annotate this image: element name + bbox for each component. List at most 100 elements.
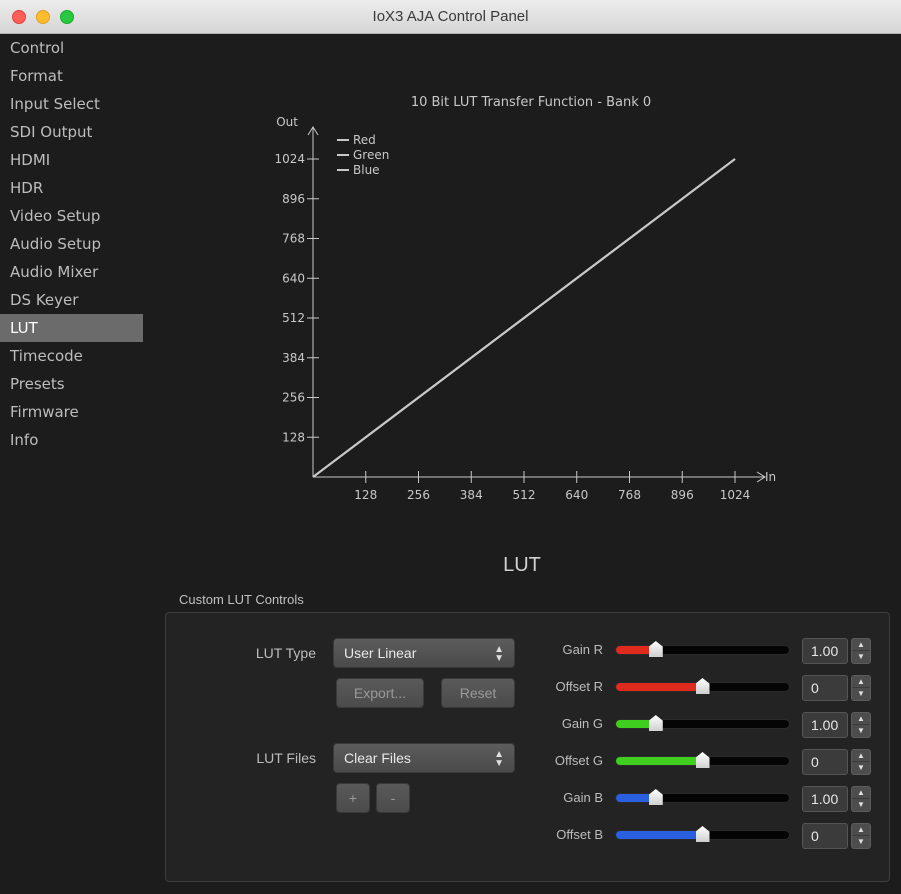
- chart-svg: 10 Bit LUT Transfer Function - Bank 0 Ou…: [274, 95, 776, 502]
- offset-g-slider[interactable]: [615, 752, 790, 768]
- main-content: 10 Bit LUT Transfer Function - Bank 0 Ou…: [143, 34, 901, 894]
- sidebar-item-control[interactable]: Control: [0, 34, 143, 62]
- offset-r-slider[interactable]: [615, 678, 790, 694]
- gain-g-slider-thumb[interactable]: [648, 715, 663, 731]
- lut-type-label: LUT Type: [255, 645, 316, 661]
- x-axis-label: In: [765, 470, 776, 484]
- x-tick-label-512: 512: [513, 488, 536, 502]
- lut-type-select-value: User Linear: [344, 645, 417, 661]
- offset-r-label: Offset R: [555, 679, 603, 694]
- stepper-down-icon[interactable]: ▼: [852, 836, 870, 848]
- offset-g-slider-thumb[interactable]: [695, 752, 710, 768]
- gain-r-value-field[interactable]: 1.00: [802, 638, 848, 664]
- sidebar-item-firmware[interactable]: Firmware: [0, 398, 143, 426]
- y-tick-label-896: 896: [282, 192, 305, 206]
- sidebar-item-input-select[interactable]: Input Select: [0, 90, 143, 118]
- offset-g-stepper[interactable]: ▲ ▼: [851, 749, 871, 775]
- offset-b-slider[interactable]: [615, 826, 790, 842]
- window-title: IoX3 AJA Control Panel: [372, 8, 529, 25]
- stepper-up-icon[interactable]: ▲: [852, 639, 870, 651]
- gain-g-stepper[interactable]: ▲ ▼: [851, 712, 871, 738]
- reset-button[interactable]: Reset: [441, 678, 515, 708]
- sidebar-item-audio-mixer[interactable]: Audio Mixer: [0, 258, 143, 286]
- series-line-blue: [312, 158, 736, 478]
- offset-g-label: Offset G: [554, 753, 603, 768]
- sidebar-item-timecode[interactable]: Timecode: [0, 342, 143, 370]
- gain-r-label: Gain R: [562, 642, 603, 657]
- select-arrows-icon: ▲ ▼: [494, 749, 504, 769]
- gain-g-slider[interactable]: [615, 715, 790, 731]
- sidebar-item-ds-keyer[interactable]: DS Keyer: [0, 286, 143, 314]
- lut-type-select[interactable]: User Linear ▲ ▼: [333, 638, 515, 668]
- offset-b-slider-thumb[interactable]: [695, 826, 710, 842]
- x-tick-label-1024: 1024: [720, 488, 751, 502]
- lut-files-select-value: Clear Files: [344, 750, 411, 766]
- remove-lut-file-button[interactable]: -: [376, 783, 410, 813]
- legend-label-red: Red: [353, 133, 376, 147]
- y-tick-label-768: 768: [282, 232, 305, 246]
- sidebar-item-format[interactable]: Format: [0, 62, 143, 90]
- y-tick-label-256: 256: [282, 391, 305, 405]
- x-tick-label-384: 384: [460, 488, 483, 502]
- offset-r-slider-fill: [616, 683, 703, 691]
- sidebar-item-sdi-output[interactable]: SDI Output: [0, 118, 143, 146]
- y-tick-label-1024: 1024: [274, 152, 305, 166]
- y-axis-label: Out: [276, 115, 298, 129]
- y-tick-label-128: 128: [282, 430, 305, 444]
- offset-g-slider-fill: [616, 757, 703, 765]
- export-button[interactable]: Export...: [336, 678, 424, 708]
- offset-g-value-field[interactable]: 0: [802, 749, 848, 775]
- gain-r-slider-thumb[interactable]: [648, 641, 663, 657]
- stepper-down-icon[interactable]: ▼: [852, 651, 870, 663]
- custom-lut-controls-label: Custom LUT Controls: [179, 592, 304, 607]
- x-tick-label-640: 640: [565, 488, 588, 502]
- custom-lut-controls-panel: LUT Type User Linear ▲ ▼ Export... Reset …: [165, 612, 890, 882]
- stepper-down-icon[interactable]: ▼: [852, 688, 870, 700]
- y-tick-label-640: 640: [282, 271, 305, 285]
- stepper-down-icon[interactable]: ▼: [852, 762, 870, 774]
- gain-b-slider-thumb[interactable]: [648, 789, 663, 805]
- stepper-up-icon[interactable]: ▲: [852, 824, 870, 836]
- chart-title: 10 Bit LUT Transfer Function - Bank 0: [411, 95, 651, 110]
- stepper-up-icon[interactable]: ▲: [852, 750, 870, 762]
- sidebar-item-hdmi[interactable]: HDMI: [0, 146, 143, 174]
- stepper-up-icon[interactable]: ▲: [852, 713, 870, 725]
- y-tick-label-384: 384: [282, 351, 305, 365]
- offset-b-value-field[interactable]: 0: [802, 823, 848, 849]
- x-tick-label-896: 896: [671, 488, 694, 502]
- gain-g-value-field[interactable]: 1.00: [802, 712, 848, 738]
- y-tick-label-512: 512: [282, 311, 305, 325]
- legend-label-green: Green: [353, 148, 389, 162]
- offset-b-stepper[interactable]: ▲ ▼: [851, 823, 871, 849]
- stepper-down-icon[interactable]: ▼: [852, 799, 870, 811]
- lut-transfer-chart: 10 Bit LUT Transfer Function - Bank 0 Ou…: [143, 34, 901, 534]
- lut-files-select[interactable]: Clear Files ▲ ▼: [333, 743, 515, 773]
- sidebar-item-hdr[interactable]: HDR: [0, 174, 143, 202]
- lut-files-label: LUT Files: [256, 750, 316, 766]
- gain-g-label: Gain G: [561, 716, 603, 731]
- offset-r-stepper[interactable]: ▲ ▼: [851, 675, 871, 701]
- stepper-up-icon[interactable]: ▲: [852, 787, 870, 799]
- sidebar-item-video-setup[interactable]: Video Setup: [0, 202, 143, 230]
- gain-b-slider[interactable]: [615, 789, 790, 805]
- offset-r-value-field[interactable]: 0: [802, 675, 848, 701]
- lut-heading: LUT: [503, 554, 541, 576]
- sidebar-item-lut[interactable]: LUT: [0, 314, 143, 342]
- x-tick-label-256: 256: [407, 488, 430, 502]
- sidebar-item-presets[interactable]: Presets: [0, 370, 143, 398]
- stepper-down-icon[interactable]: ▼: [852, 725, 870, 737]
- gain-b-value-field[interactable]: 1.00: [802, 786, 848, 812]
- gain-b-stepper[interactable]: ▲ ▼: [851, 786, 871, 812]
- offset-b-slider-fill: [616, 831, 703, 839]
- gain-b-label: Gain B: [563, 790, 603, 805]
- gain-r-slider[interactable]: [615, 641, 790, 657]
- select-arrows-icon: ▲ ▼: [494, 644, 504, 664]
- title-bar: IoX3 AJA Control Panel: [0, 0, 901, 34]
- sidebar-item-audio-setup[interactable]: Audio Setup: [0, 230, 143, 258]
- offset-r-slider-thumb[interactable]: [695, 678, 710, 694]
- x-tick-label-128: 128: [354, 488, 377, 502]
- sidebar-item-info[interactable]: Info: [0, 426, 143, 454]
- add-lut-file-button[interactable]: +: [336, 783, 370, 813]
- stepper-up-icon[interactable]: ▲: [852, 676, 870, 688]
- gain-r-stepper[interactable]: ▲ ▼: [851, 638, 871, 664]
